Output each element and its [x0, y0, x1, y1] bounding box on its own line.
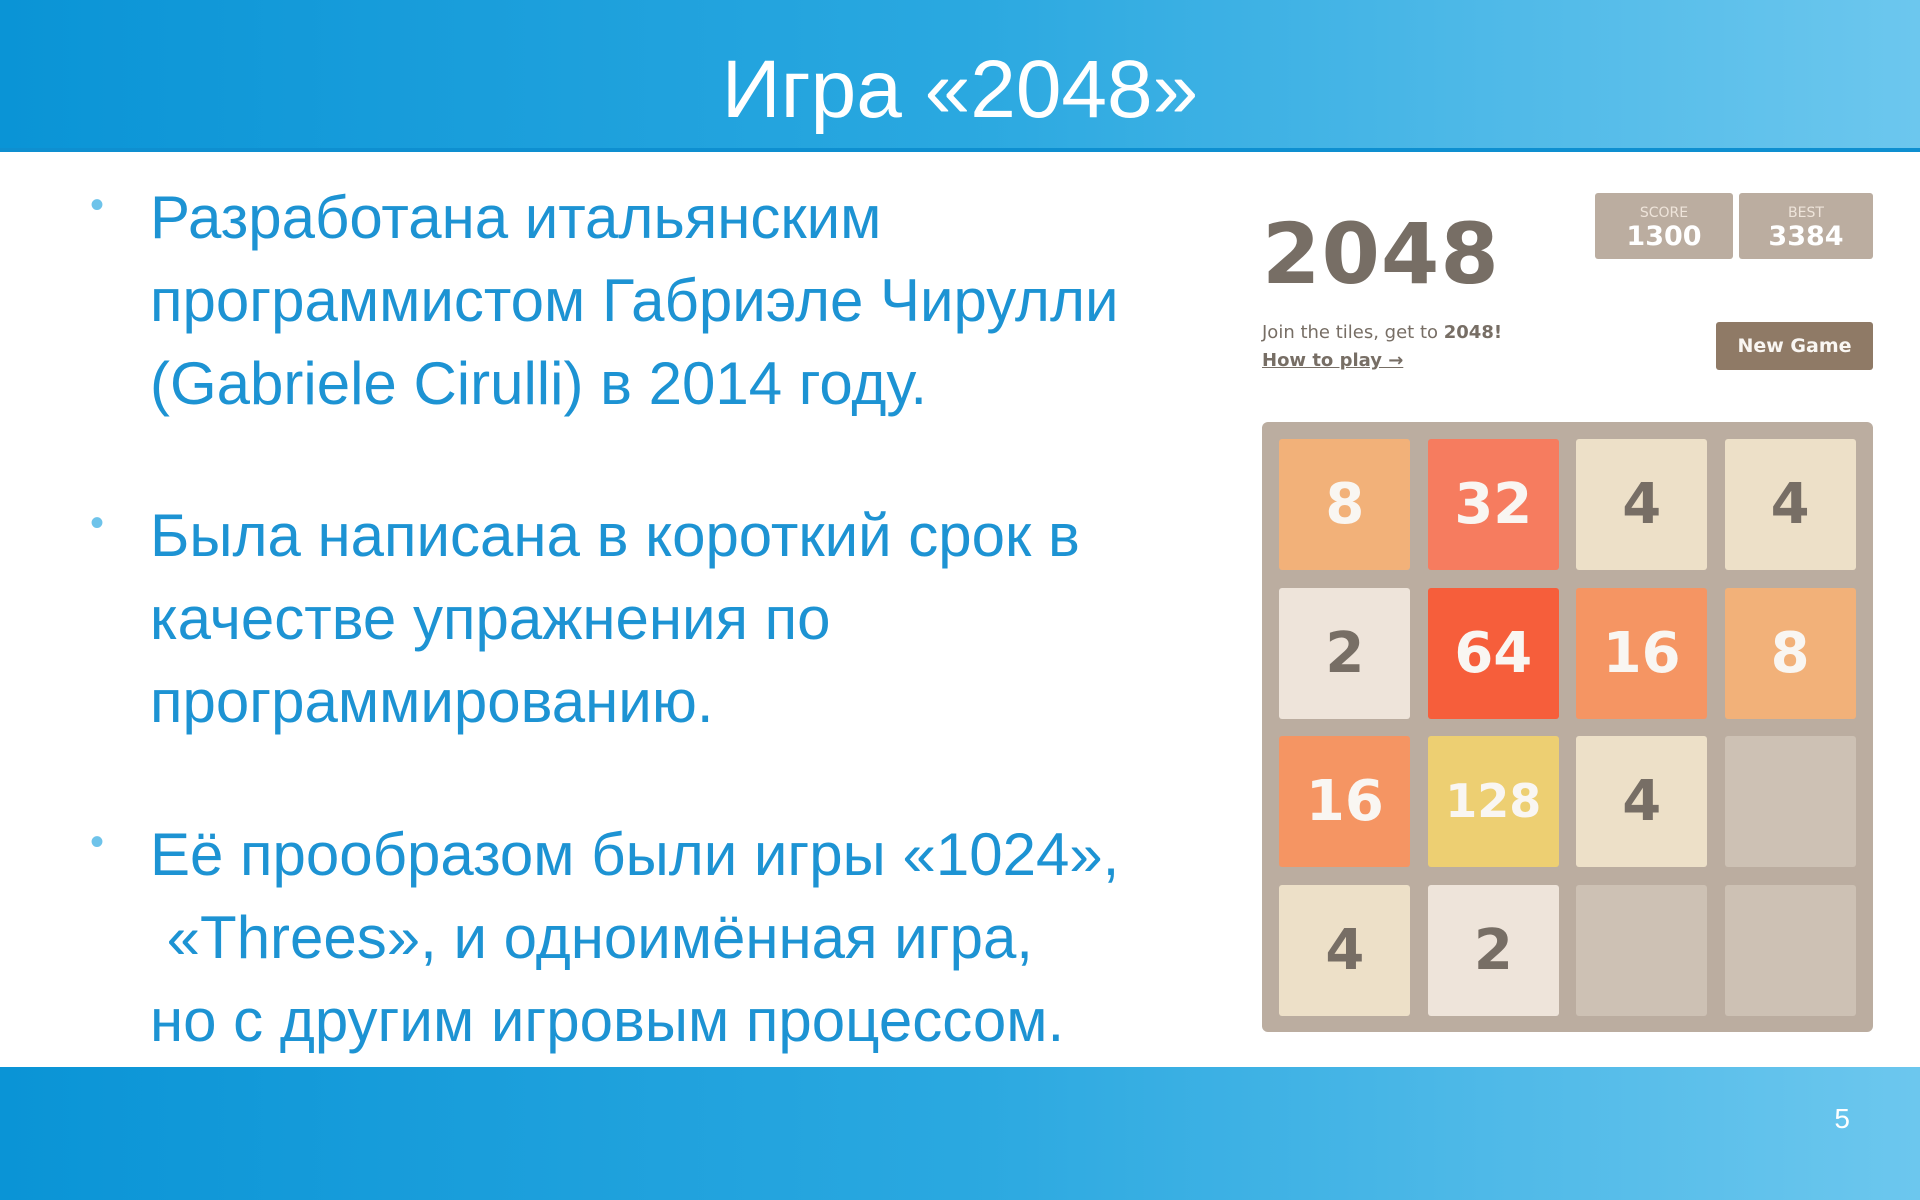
game-tile: 16	[1279, 736, 1411, 868]
bullet-icon: •	[90, 501, 105, 545]
bullet-line: Была написана в короткий срок в	[150, 502, 1080, 569]
best-label: BEST	[1788, 205, 1824, 221]
new-game-button[interactable]: New Game	[1716, 322, 1873, 370]
bullet-line: но с другим игровым процессом.	[150, 987, 1065, 1054]
game-tile: 4	[1724, 439, 1856, 571]
empty-cell	[1724, 884, 1856, 1016]
empty-cell	[1724, 736, 1856, 868]
game-tile: 32	[1427, 439, 1559, 571]
bullet-line: Разработана итальянским	[150, 184, 882, 251]
game-tile: 64	[1427, 587, 1559, 719]
game-tile: 4	[1576, 736, 1708, 868]
how-to-play-link[interactable]: How to play →	[1262, 348, 1403, 374]
game-tile: 4	[1279, 884, 1411, 1016]
empty-cell	[1576, 884, 1708, 1016]
game-tile: 4	[1576, 439, 1708, 571]
bullet-icon: •	[90, 820, 105, 864]
slide-title: Игра «2048»	[721, 44, 1199, 135]
game-tile: 16	[1576, 587, 1708, 719]
bullet-line: «Threes», и одноимённая игра,	[150, 904, 1033, 971]
bullet-line: программированию.	[150, 668, 714, 735]
game-tile: 8	[1279, 439, 1411, 571]
page-number: 5	[1834, 1103, 1850, 1134]
game-tile: 2	[1427, 884, 1559, 1016]
game-logo: 2048	[1262, 205, 1500, 303]
bullet-line: Её прообразом были игры «1024»,	[150, 821, 1120, 888]
game-tile: 128	[1427, 736, 1559, 868]
score-box: SCORE 1300	[1595, 193, 1733, 259]
game-board[interactable]: 8 32 4 4 2 64 16 8 16 128 4 4 2	[1262, 422, 1873, 1032]
slide-footer: 5	[0, 1067, 1920, 1200]
game-tile: 8	[1724, 587, 1856, 719]
score-value: 1300	[1626, 221, 1702, 252]
intro-goal: 2048!	[1443, 322, 1503, 343]
bullet-line: качестве упражнения по	[150, 585, 831, 652]
game-intro: Join the tiles, get to 2048!	[1262, 320, 1502, 346]
score-label: SCORE	[1639, 205, 1689, 221]
best-score-box: BEST 3384	[1739, 193, 1873, 259]
intro-text: Join the tiles, get to	[1262, 322, 1444, 343]
bullet-icon: •	[90, 183, 105, 227]
bullet-line: программистом Габриэле Чирулли	[150, 267, 1119, 334]
bullet-item: • Разработана итальянским программистом …	[90, 176, 1118, 425]
bullet-item: • Была написана в короткий срок в качест…	[90, 494, 1080, 743]
slide-header: Игра «2048»	[0, 0, 1920, 152]
bullet-item: • Её прообразом были игры «1024», «Three…	[90, 813, 1119, 1062]
best-value: 3384	[1768, 221, 1844, 252]
bullet-line: (Gabriele Cirulli) в 2014 году.	[150, 350, 928, 417]
game-tile: 2	[1279, 587, 1411, 719]
